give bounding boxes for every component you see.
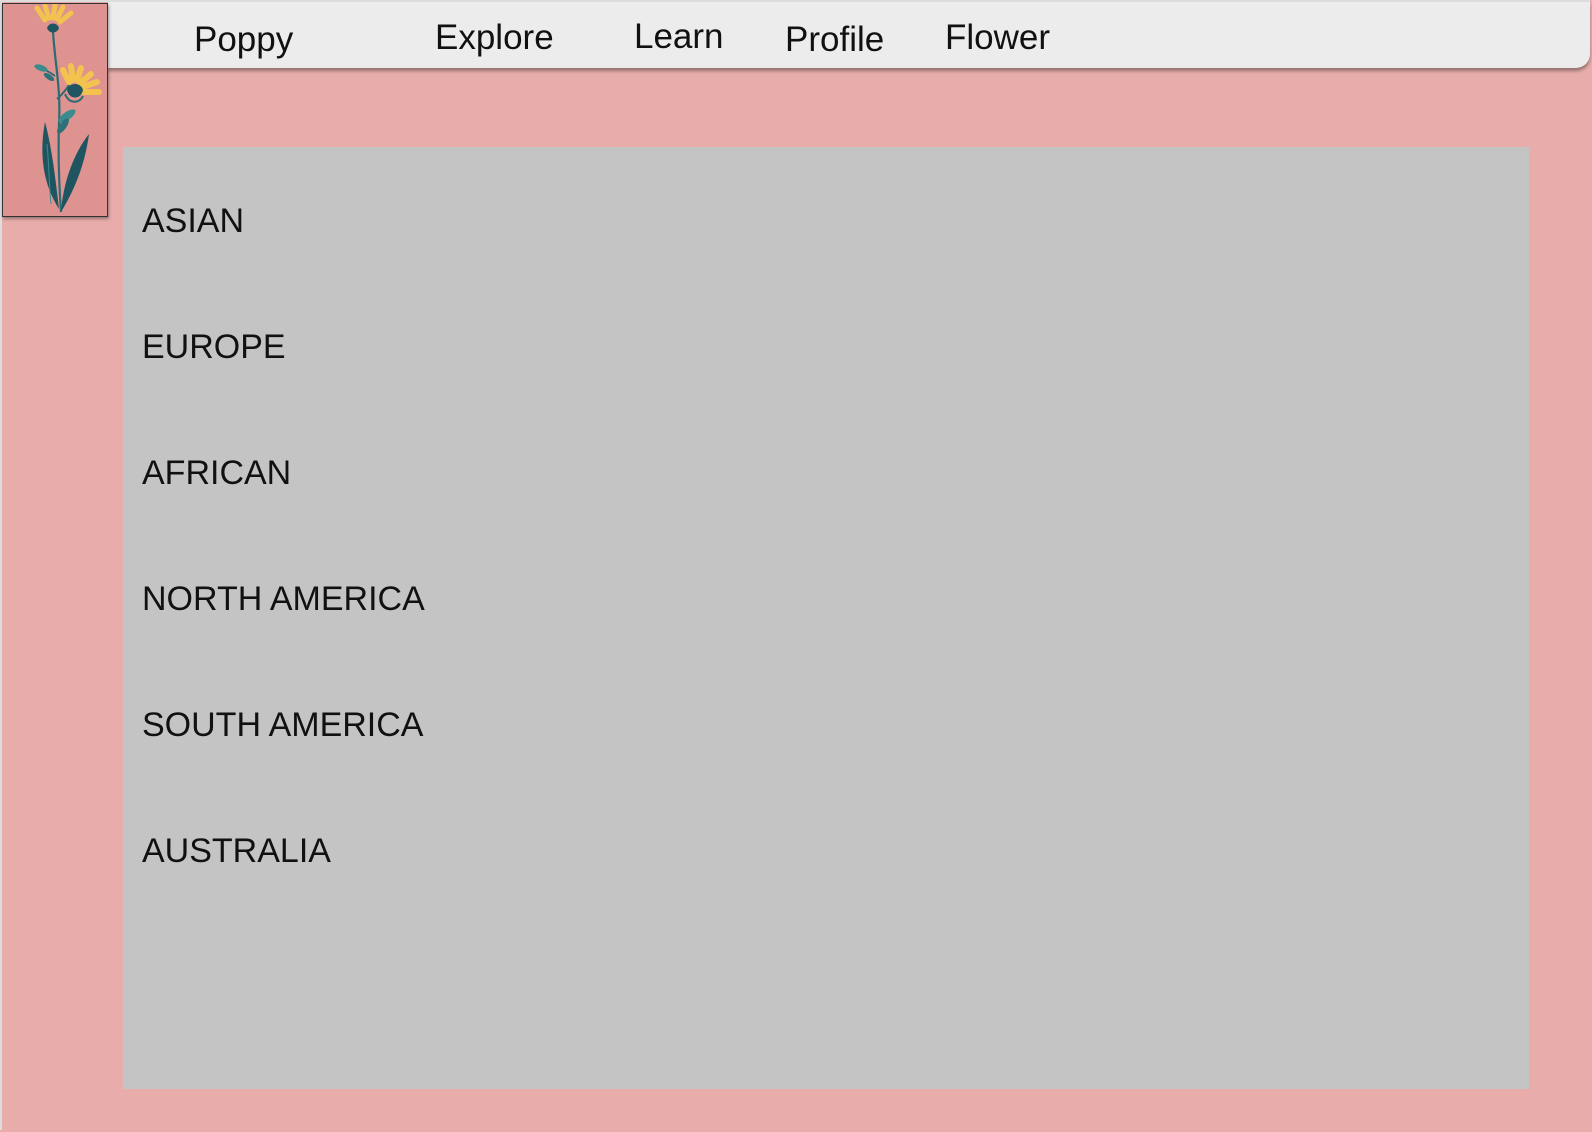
region-item-north-america[interactable]: NORTH AMERICA <box>142 579 425 619</box>
nav-item-learn[interactable]: Learn <box>634 17 724 57</box>
nav-item-flower[interactable]: Flower <box>945 18 1050 58</box>
nav-item-explore[interactable]: Explore <box>435 18 554 58</box>
top-navbar: Poppy Explore Learn Profile Flower <box>108 2 1590 68</box>
nav-item-profile[interactable]: Profile <box>785 20 884 60</box>
logo[interactable] <box>2 3 108 217</box>
nav-brand-poppy[interactable]: Poppy <box>194 20 293 60</box>
region-item-australia[interactable]: AUSTRALIA <box>142 831 331 871</box>
region-item-asian[interactable]: ASIAN <box>142 201 244 241</box>
region-item-south-america[interactable]: SOUTH AMERICA <box>142 705 423 745</box>
region-list-panel: ASIAN EUROPE AFRICAN NORTH AMERICA SOUTH… <box>123 147 1529 1089</box>
flower-illustration-icon <box>34 4 102 213</box>
region-item-europe[interactable]: EUROPE <box>142 327 286 367</box>
region-item-african[interactable]: AFRICAN <box>142 453 291 493</box>
